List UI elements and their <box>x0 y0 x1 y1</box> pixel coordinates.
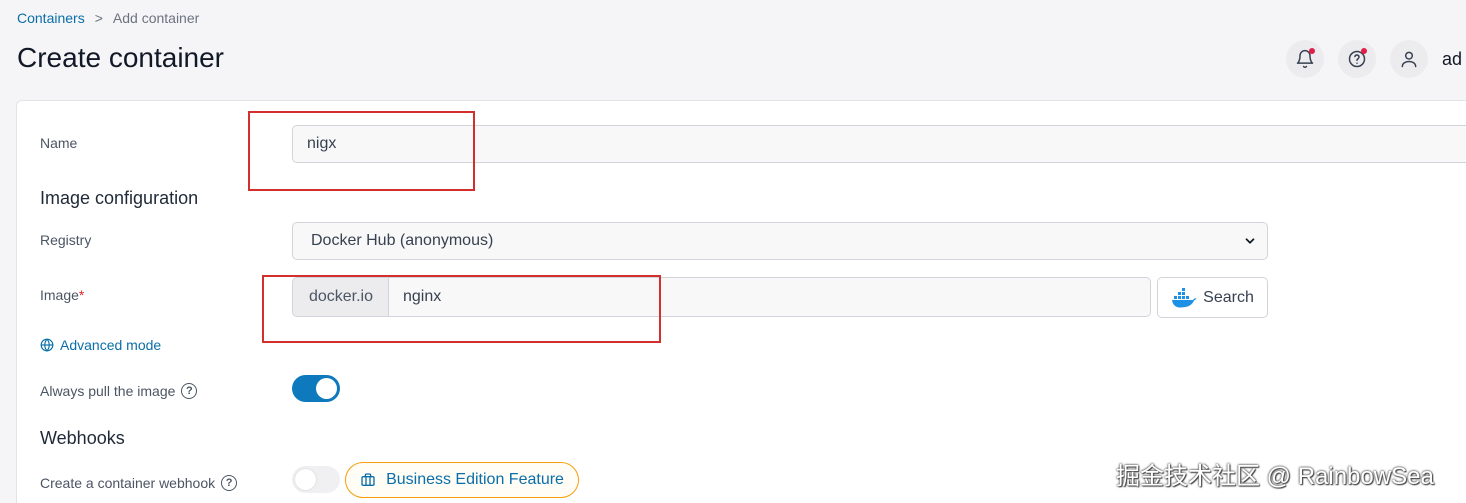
docker-icon <box>1172 287 1197 307</box>
toggle-knob <box>316 378 337 399</box>
page-title: Create container <box>17 42 225 73</box>
user-icon <box>1401 51 1417 68</box>
business-edition-label: Business Edition Feature <box>386 471 564 488</box>
image-registry-prefix: docker.io <box>292 277 389 317</box>
business-edition-badge[interactable]: Business Edition Feature <box>345 462 579 498</box>
webhook-toggle[interactable] <box>292 466 340 493</box>
help-button[interactable] <box>1338 40 1376 78</box>
globe-icon <box>40 338 54 352</box>
webhooks-heading: Webhooks <box>40 428 125 448</box>
image-input[interactable]: nginx <box>388 277 1151 317</box>
breadcrumb-current: Add container <box>112 10 200 26</box>
always-pull-label: Always pull the image ? <box>40 383 198 399</box>
registry-label: Registry <box>40 232 92 248</box>
name-input[interactable]: nigx <box>292 125 1466 163</box>
breadcrumb-containers-link[interactable]: Containers <box>17 10 85 26</box>
watermark: 掘金技术社区 @ RainbowSea <box>1116 463 1434 490</box>
webhook-label: Create a container webhook ? <box>40 475 238 491</box>
breadcrumb-separator: > <box>94 10 103 26</box>
toggle-knob <box>295 469 316 490</box>
search-button-label: Search <box>1203 288 1254 306</box>
always-pull-toggle[interactable] <box>292 375 340 402</box>
help-icon[interactable]: ? <box>221 475 238 491</box>
briefcase-icon <box>361 473 375 486</box>
registry-select[interactable]: Docker Hub (anonymous) <box>292 222 1268 260</box>
required-marker: * <box>78 287 85 303</box>
name-label: Name <box>40 135 78 151</box>
advanced-mode-label: Advanced mode <box>60 337 162 353</box>
registry-selected-value: Docker Hub (anonymous) <box>311 232 494 249</box>
image-configuration-heading: Image configuration <box>40 188 199 208</box>
help-icon[interactable]: ? <box>181 383 198 399</box>
header-actions: ad <box>1286 40 1466 78</box>
chevron-down-icon <box>1245 238 1255 244</box>
notification-dot <box>1309 48 1315 54</box>
image-label: Image * <box>40 287 85 303</box>
search-image-button[interactable]: Search <box>1157 277 1268 318</box>
breadcrumb: Containers > Add container <box>17 10 199 26</box>
notifications-button[interactable] <box>1286 40 1324 78</box>
help-dot <box>1361 48 1367 54</box>
advanced-mode-link[interactable]: Advanced mode <box>40 337 161 353</box>
user-name[interactable]: ad <box>1442 49 1466 70</box>
user-menu-button[interactable] <box>1390 40 1428 78</box>
